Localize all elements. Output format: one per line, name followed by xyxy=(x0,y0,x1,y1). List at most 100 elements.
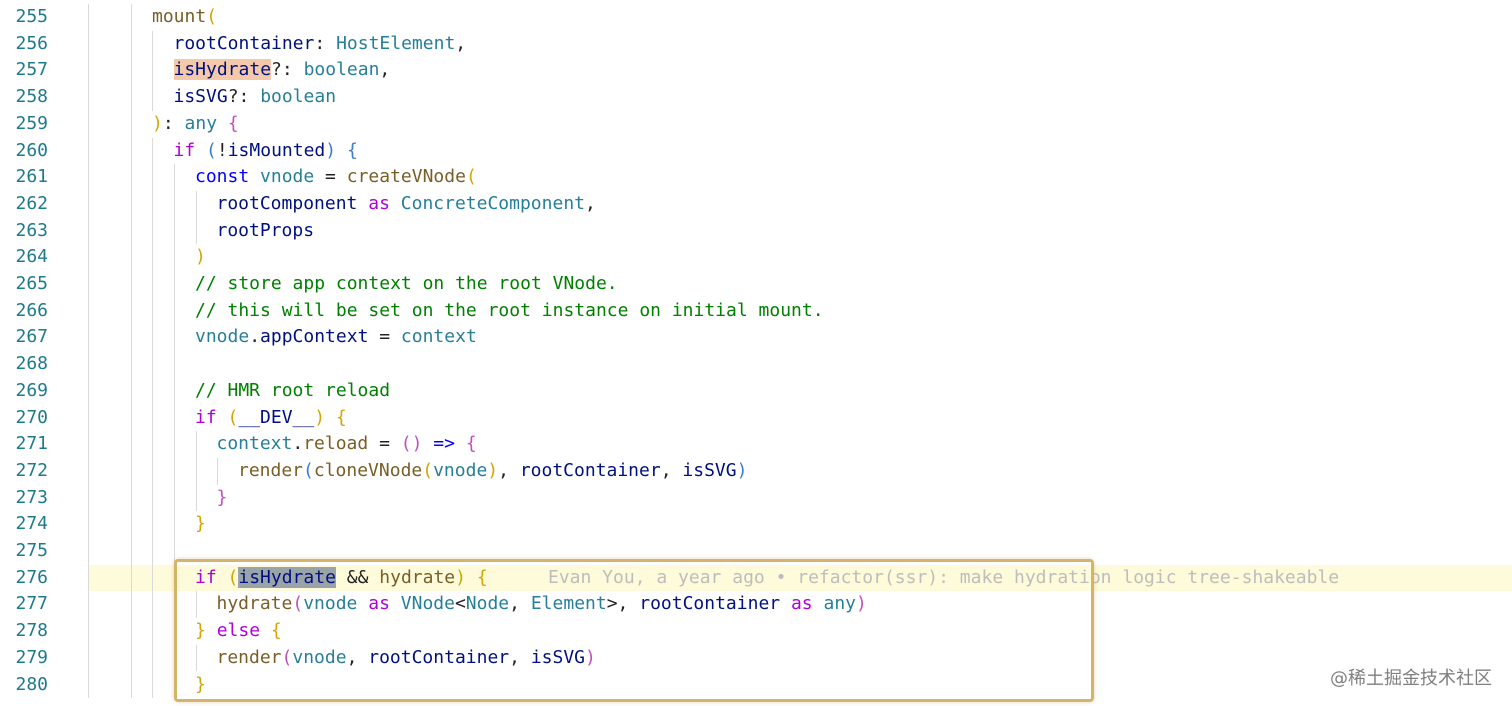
code-token: rootContainer xyxy=(519,459,661,481)
line-number: 262 xyxy=(15,192,48,214)
line-number: 275 xyxy=(15,540,48,561)
code-token: as xyxy=(368,593,390,615)
line-number: 264 xyxy=(15,246,48,268)
line-number: 277 xyxy=(15,593,48,615)
code-line[interactable]: 272 render(cloneVNode(vnode), rootContain… xyxy=(0,458,1512,485)
code-text: render(vnode, rootContainer, isSVG) xyxy=(217,645,596,672)
code-token: render xyxy=(216,646,282,668)
code-token: hydrate xyxy=(216,593,293,615)
code-token: if xyxy=(195,406,217,428)
code-token: ?: xyxy=(271,59,304,81)
code-token: any xyxy=(184,112,218,134)
code-token: , xyxy=(498,459,520,481)
code-line[interactable]: 258 isSVG?: boolean xyxy=(0,84,1512,111)
code-token: ( xyxy=(227,406,239,428)
code-editor[interactable]: 255 mount(256 rootContainer: HostElement, 2… xyxy=(0,0,1512,706)
line-number: 257 xyxy=(15,59,48,81)
code-token: ( xyxy=(206,139,217,161)
code-line[interactable]: 266 // this will be set on the root insta… xyxy=(0,298,1512,325)
code-token: boolean xyxy=(260,86,337,108)
code-token: ) xyxy=(314,406,326,428)
code-token: isSVG xyxy=(682,459,737,481)
indent-guide xyxy=(196,431,197,512)
code-text: // this will be set on the root instance… xyxy=(195,298,824,325)
code-line[interactable]: 279 render(vnode, rootContainer, isSVG) xyxy=(0,645,1512,672)
code-line[interactable]: 267 vnode.appContext = context xyxy=(0,324,1512,351)
code-token: ( xyxy=(292,593,304,615)
line-number: 276 xyxy=(15,566,48,588)
code-line[interactable]: 271 context.reload = () => { xyxy=(0,431,1512,458)
code-line[interactable]: 277 hydrate(vnode as VNode<Node, Element>… xyxy=(0,591,1512,618)
indent-guide xyxy=(152,30,153,111)
code-line[interactable]: 274} xyxy=(0,511,1512,538)
code-text: } else { xyxy=(195,618,282,645)
code-line[interactable]: 275 xyxy=(0,538,1512,565)
code-line[interactable]: 269 // HMR root reload xyxy=(0,378,1512,405)
code-text: isHydrate?: boolean, xyxy=(173,57,390,84)
code-line[interactable]: 255 mount( xyxy=(0,4,1512,31)
code-line[interactable]: 259 ): any { xyxy=(0,111,1512,138)
code-line[interactable]: 262 rootComponent as ConcreteComponent, xyxy=(0,191,1512,218)
code-token: , xyxy=(585,192,596,214)
code-token: { xyxy=(335,406,347,428)
code-line[interactable]: 270 if (__DEV__) { xyxy=(0,405,1512,432)
line-number: 279 xyxy=(15,646,48,668)
code-text: ) xyxy=(195,244,206,271)
watermark-text: @稀土掘金技术社区 xyxy=(1330,668,1492,689)
code-token: context xyxy=(400,326,477,348)
code-token: } xyxy=(195,513,206,535)
code-line[interactable]: 264) xyxy=(0,244,1512,271)
code-line[interactable]: 265 // store app context on the root VNod… xyxy=(0,271,1512,298)
code-line[interactable]: 263 rootProps xyxy=(0,218,1512,245)
code-token: > xyxy=(606,593,618,615)
code-token: isMounted xyxy=(227,139,326,161)
line-number: 261 xyxy=(15,166,48,188)
code-token: vnode xyxy=(433,459,488,481)
code-token: ) xyxy=(455,566,466,588)
code-token: = xyxy=(368,433,401,455)
code-token: , xyxy=(660,459,683,481)
code-line[interactable]: 257 isHydrate?: boolean, xyxy=(0,57,1512,84)
code-token: , xyxy=(617,593,640,615)
code-token: isHydrate xyxy=(173,59,272,81)
line-number: 278 xyxy=(15,620,48,642)
code-line[interactable]: 261 const vnode = createVNode( xyxy=(0,164,1512,191)
code-token: rootContainer xyxy=(173,32,315,54)
code-token: VNode xyxy=(400,593,455,615)
code-line[interactable]: 260 if (!isMounted) { xyxy=(0,138,1512,165)
code-line[interactable]: 273} xyxy=(0,485,1512,512)
code-line[interactable]: 278 } else { xyxy=(0,618,1512,645)
code-token: vnode xyxy=(260,166,315,188)
code-token: : xyxy=(314,32,337,54)
code-token: } xyxy=(195,620,206,642)
code-token: , xyxy=(509,593,531,615)
code-text: if (isHydrate && hydrate) { xyxy=(195,565,488,592)
line-number: 256 xyxy=(15,32,48,54)
code-token: ( xyxy=(227,566,239,588)
code-token: isSVG xyxy=(173,86,228,108)
code-line[interactable]: 256 rootContainer: HostElement, xyxy=(0,31,1512,58)
code-token: ( xyxy=(422,459,434,481)
code-text: } xyxy=(195,511,206,538)
code-text: rootProps xyxy=(217,218,315,245)
code-token: { xyxy=(465,433,477,455)
code-text: context.reload = () => { xyxy=(217,431,477,458)
code-token: // store app context on the root VNode. xyxy=(195,273,618,294)
code-text: ): any { xyxy=(152,111,239,138)
code-token: cloneVNode xyxy=(313,459,423,481)
line-number: 259 xyxy=(15,112,48,134)
code-token: ( xyxy=(206,6,218,27)
indent-guide xyxy=(217,457,218,485)
code-line[interactable]: 276 if (isHydrate && hydrate) {Evan You, … xyxy=(0,564,1512,592)
code-token: = xyxy=(368,326,401,348)
code-token: // this will be set on the root instance… xyxy=(195,299,824,321)
code-token: { xyxy=(346,139,358,161)
code-token: : xyxy=(162,112,185,134)
code-line[interactable]: 268 xyxy=(0,351,1512,378)
code-line[interactable]: 280} xyxy=(0,672,1512,699)
